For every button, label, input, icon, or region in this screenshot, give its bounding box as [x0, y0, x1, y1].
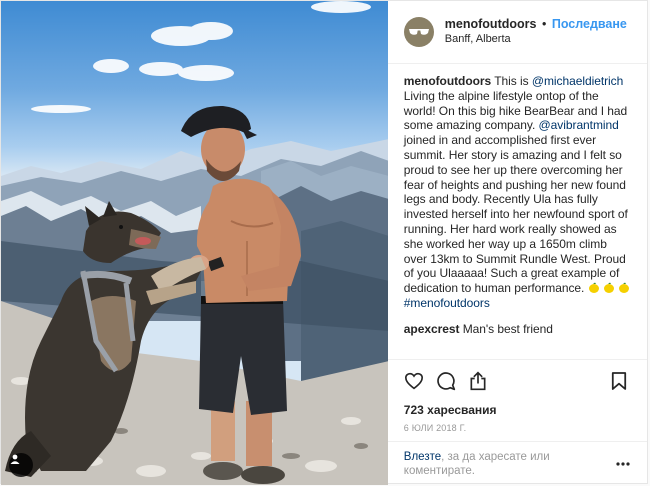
comment-username[interactable]: apexcrest — [404, 322, 460, 336]
lemon-emoji-icon — [603, 282, 614, 294]
header-username[interactable]: menofoutdoors — [445, 17, 537, 31]
avatar[interactable] — [403, 17, 434, 47]
comment-button[interactable] — [430, 365, 462, 397]
comment-item: apexcrest Man's best friend — [404, 322, 631, 337]
add-comment-section: Влезте, за да харесате или коментирате. — [387, 441, 647, 485]
user-tag-button[interactable] — [9, 453, 33, 477]
header-line: menofoutdoors • Последване — [445, 17, 627, 32]
instagram-post: menofoutdoors • Последване Banff, Albert… — [0, 0, 648, 485]
save-button[interactable] — [603, 365, 635, 397]
caption-hashtag[interactable]: #menofoutdoors — [404, 296, 490, 310]
comment-icon — [437, 371, 455, 390]
share-icon — [470, 370, 486, 390]
lemon-emoji-icon — [588, 282, 599, 294]
post-photo[interactable] — [1, 1, 388, 485]
caption-mention[interactable]: @avibrantmind — [539, 118, 619, 132]
action-bar — [387, 359, 647, 401]
post-date[interactable]: 6 юли 2018 г. — [388, 419, 647, 437]
bookmark-icon — [611, 371, 627, 390]
share-button[interactable] — [462, 365, 494, 397]
header-separator: • — [541, 17, 547, 31]
lemon-emoji-icon — [619, 282, 630, 294]
caption-text: joined in and accomplished first ever su… — [403, 133, 628, 296]
sunglasses-logo-icon — [408, 29, 429, 35]
post-side-panel: menofoutdoors • Последване Banff, Albert… — [387, 1, 647, 485]
caption-mention[interactable]: @michaeldietrich — [532, 74, 623, 88]
caption-text: This is — [494, 74, 532, 88]
caption: menofoutdoors This is @michaeldietrich L… — [404, 74, 631, 311]
follow-button[interactable]: Последване — [552, 17, 627, 31]
comments-area: menofoutdoors This is @michaeldietrich L… — [388, 64, 647, 359]
comment-text: Man's best friend — [462, 321, 553, 336]
location-link[interactable]: Banff, Alberta — [445, 32, 627, 47]
header-text: menofoutdoors • Последване Banff, Albert… — [445, 17, 627, 47]
photo-illustration — [1, 1, 388, 485]
more-options-button[interactable] — [614, 454, 633, 474]
heart-icon — [404, 372, 423, 389]
like-button[interactable] — [398, 365, 430, 397]
login-prompt: Влезте, за да харесате или коментирате. — [404, 450, 614, 478]
user-tag-icon — [10, 454, 20, 464]
likes-count[interactable]: 723 харесвания — [388, 401, 647, 419]
login-link[interactable]: Влезте — [404, 451, 441, 463]
more-options-icon — [616, 461, 631, 466]
post-header: menofoutdoors • Последване Banff, Albert… — [387, 1, 647, 64]
caption-username[interactable]: menofoutdoors — [404, 74, 491, 88]
